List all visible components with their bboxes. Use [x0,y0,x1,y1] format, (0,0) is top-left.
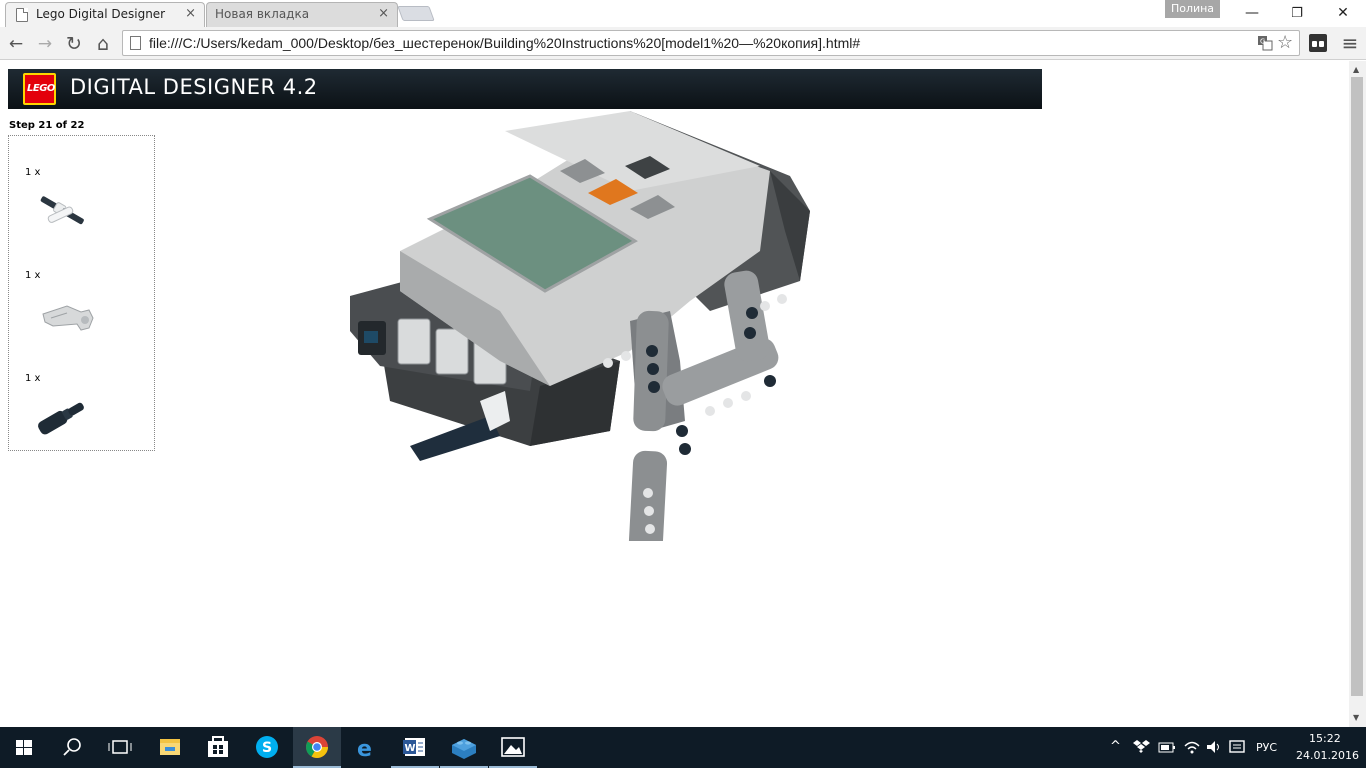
close-window-button[interactable]: ✕ [1320,0,1366,27]
notifications-icon[interactable] [1228,738,1246,756]
search-icon[interactable] [48,727,96,768]
parts-list: 1 x 1 x 1 x [8,135,155,451]
start-icon[interactable] [0,727,48,768]
forward-button[interactable]: → [33,32,57,56]
dropbox-icon[interactable] [1133,739,1151,755]
clock-date[interactable]: 24.01.2016 [1296,749,1359,762]
svg-text:W: W [405,743,416,754]
angle-connector-part-icon [42,305,94,331]
tab-close-icon[interactable]: × [185,6,196,22]
extension-icon[interactable] [1307,32,1329,54]
lego-logo: LEGO [23,73,56,105]
restore-button[interactable]: ❐ [1274,0,1320,27]
scroll-down-arrow-icon[interactable]: ▼ [1353,713,1359,722]
axle-pin-part-icon [40,196,84,225]
tab-title: Lego Digital Designer [36,7,166,21]
photos-icon[interactable] [489,727,537,768]
tab-lego-digital-designer[interactable]: Lego Digital Designer × [5,2,205,27]
skype-icon[interactable]: S [243,727,291,768]
word-icon[interactable]: W [391,727,439,768]
chrome-icon[interactable] [293,727,341,768]
file-explorer-icon[interactable] [146,727,194,768]
clock-time[interactable]: 15:22 [1309,732,1341,745]
page-icon [16,8,28,22]
part-quantity: 1 x [25,270,41,281]
profile-button[interactable]: Полина [1165,0,1220,18]
app-title: DIGITAL DESIGNER 4.2 [70,75,318,99]
address-bar[interactable]: file:///C:/Users/kedam_000/Desktop/без_ш… [122,30,1300,56]
page-icon [130,36,141,50]
scroll-up-arrow-icon[interactable]: ▲ [1353,65,1359,74]
step-indicator: Step 21 of 22 [9,120,85,131]
tab-new-tab[interactable]: Новая вкладка × [206,2,398,27]
new-tab-button[interactable] [397,6,435,21]
input-language[interactable]: РУС [1256,741,1277,754]
home-button[interactable]: ⌂ [91,32,115,56]
part-quantity: 1 x [25,373,41,384]
vertical-scrollbar[interactable]: ▲ ▼ [1349,61,1366,727]
back-button[interactable]: ← [4,32,28,56]
ldd-icon[interactable] [440,727,488,768]
scrollbar-thumb[interactable] [1351,77,1363,696]
tab-close-icon[interactable]: × [378,6,389,22]
page-viewport: LEGO DIGITAL DESIGNER 4.2 Step 21 of 22 … [0,61,1349,727]
translate-icon[interactable]: G [1257,35,1273,55]
browser-toolbar: ← → ↻ ⌂ file:///C:/Users/kedam_000/Deskt… [0,27,1366,60]
windows-taskbar: S e W ^ РУС 15:22 24.01.2016 [0,727,1366,768]
reload-button[interactable]: ↻ [62,32,86,56]
svg-text:S: S [262,740,272,756]
part-quantity: 1 x [25,167,41,178]
task-view-icon[interactable] [96,727,144,768]
nxt-brick-model [350,111,810,541]
svg-text:e: e [357,737,372,762]
minimize-button[interactable]: — [1229,0,1275,27]
volume-icon[interactable] [1205,738,1223,756]
url-text[interactable]: file:///C:/Users/kedam_000/Desktop/без_ш… [149,35,860,51]
bush-pin-part-icon [38,402,84,435]
svg-text:G: G [1260,38,1265,46]
battery-icon[interactable] [1158,739,1176,755]
show-hidden-icons-icon[interactable]: ^ [1110,739,1121,754]
edge-icon[interactable]: e [342,727,390,768]
store-icon[interactable] [194,727,242,768]
chrome-menu-icon[interactable]: ≡ [1338,32,1362,56]
tab-strip: Lego Digital Designer × Новая вкладка × … [0,0,1366,27]
tab-title: Новая вкладка [215,7,310,21]
bookmark-star-icon[interactable]: ☆ [1277,32,1293,53]
wifi-icon[interactable] [1183,738,1201,756]
